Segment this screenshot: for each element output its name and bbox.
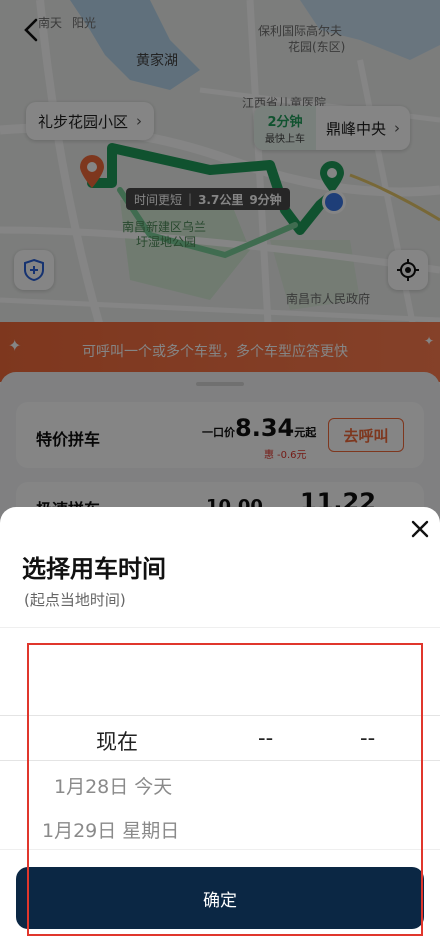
highlight-box xyxy=(27,643,423,936)
close-icon xyxy=(411,520,429,538)
sheet-subtitle: (起点当地时间) xyxy=(24,591,126,609)
sheet-title: 选择用车时间 xyxy=(22,555,166,583)
close-button[interactable] xyxy=(406,515,434,543)
divider xyxy=(0,627,440,628)
time-picker-sheet: 选择用车时间 (起点当地时间) 现在 -- -- 1月28日 今天 1月29日 … xyxy=(0,507,440,945)
